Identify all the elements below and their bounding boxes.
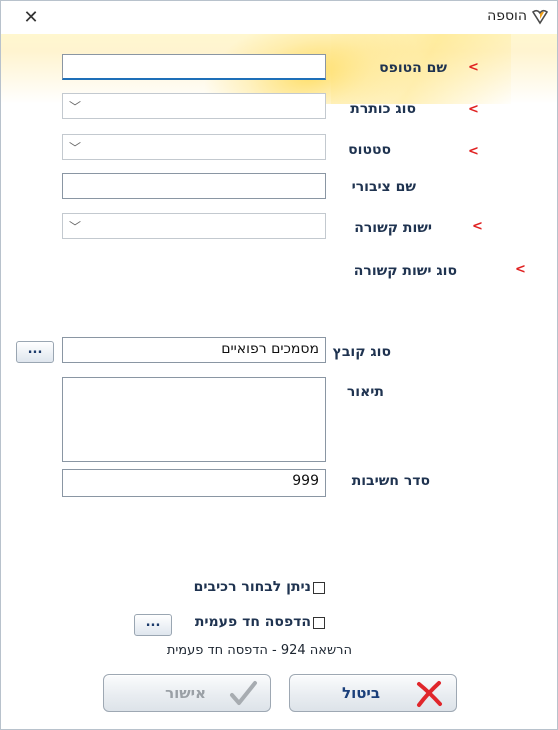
status-select[interactable]: ﹀	[62, 134, 326, 160]
required-marker: <	[468, 102, 479, 117]
close-button[interactable]: ✕	[19, 6, 43, 30]
ok-button[interactable]: אישור	[103, 674, 271, 712]
print-once-label: הדפסה חד פעמית	[194, 614, 311, 630]
x-icon	[417, 681, 442, 707]
importance-order-input[interactable]: 999	[62, 469, 326, 497]
ok-label: אישור	[165, 684, 206, 702]
allow-components-checkbox[interactable]	[313, 582, 325, 594]
public-name-label: שם ציבורי	[351, 179, 416, 195]
window-title: הוספה	[487, 8, 527, 24]
title-bar: ✕ הוספה	[1, 1, 557, 34]
required-marker: <	[515, 262, 526, 277]
permission-note: הרשאה 924 - הדפסה חד פעמית	[166, 643, 352, 658]
importance-order-label: סדר חשיבות	[351, 473, 430, 489]
title-type-select[interactable]: ﹀	[62, 93, 326, 119]
form-name-input[interactable]	[62, 54, 326, 80]
related-entity-type-label: סוג ישות קשורה	[353, 263, 457, 279]
chevron-down-icon: ﹀	[69, 100, 82, 114]
file-type-browse-button[interactable]: ...	[16, 341, 54, 363]
file-type-label: סוג קובץ	[332, 344, 391, 360]
allow-components-label: ניתן לבחור רכיבים	[193, 579, 311, 595]
required-marker: <	[472, 219, 483, 234]
add-dialog-window: ✕ הוספה < שם הטופס < סוג כותרת ﹀ < סטטוס…	[0, 0, 558, 730]
print-once-checkbox[interactable]	[313, 617, 325, 629]
app-logo-icon	[531, 9, 549, 25]
related-entity-label: ישות קשורה	[354, 220, 432, 236]
chevron-down-icon: ﹀	[69, 220, 82, 234]
form-name-label: שם הטופס	[379, 60, 447, 76]
chevron-down-icon: ﹀	[69, 141, 82, 155]
related-entity-select[interactable]: ﹀	[62, 213, 326, 239]
required-marker: <	[468, 144, 479, 159]
status-label: סטטוס	[348, 142, 391, 158]
description-label: תיאור	[346, 384, 384, 400]
file-type-input[interactable]: מסמכים רפואיים	[62, 337, 326, 363]
cancel-label: ביטול	[342, 684, 380, 702]
cancel-button[interactable]: ביטול	[289, 674, 457, 712]
print-once-browse-button[interactable]: ...	[134, 614, 172, 636]
check-icon	[230, 681, 257, 705]
required-marker: <	[468, 60, 479, 75]
public-name-input[interactable]	[62, 173, 326, 199]
title-type-label: סוג כותרת	[350, 101, 416, 117]
description-textarea[interactable]	[62, 377, 326, 462]
